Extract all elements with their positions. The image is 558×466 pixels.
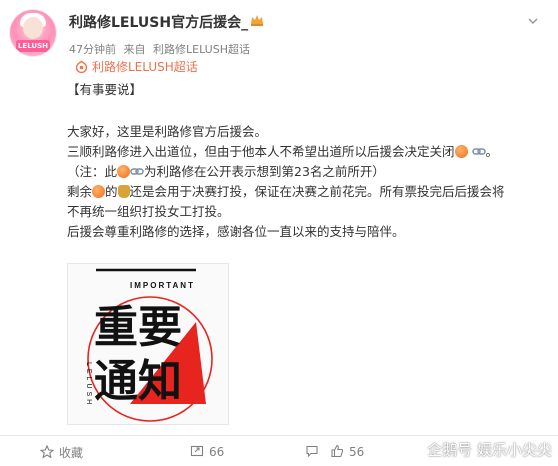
favorite-button[interactable]: 收藏 bbox=[39, 444, 84, 461]
poster-line-2: 通知 bbox=[94, 356, 182, 407]
post-time: 47分钟前 bbox=[69, 43, 116, 56]
post-image[interactable]: IMPORTANT LELUSH 重要 通知 bbox=[67, 263, 229, 425]
peach-emoji bbox=[454, 145, 468, 158]
content-line-4: 剩余的还是会用于决赛打投，保证在决赛之前花完。所有票投完后后援会将 bbox=[67, 182, 547, 202]
crown-icon bbox=[251, 15, 263, 26]
comment-button[interactable] bbox=[305, 444, 324, 459]
content-line-4-rest: 还是会用于决赛打投，保证在决赛之前花完。所有票投完后后援会将 bbox=[129, 184, 505, 199]
notice-poster: IMPORTANT LELUSH 重要 通知 bbox=[68, 264, 228, 424]
content-line-1: 大家好，这里是利路修官方后援会。 bbox=[67, 124, 268, 139]
poster-side-text: LELUSH bbox=[85, 362, 92, 407]
chevron-down-icon[interactable] bbox=[526, 14, 540, 28]
avatar[interactable]: LELUSH bbox=[9, 9, 57, 57]
link-emoji bbox=[130, 168, 144, 175]
like-button[interactable]: 56 bbox=[330, 444, 364, 459]
content-line-2: 三顺利路修进入出道位，但由于他本人不希望出道所以后援会决定关闭 。 bbox=[67, 142, 547, 162]
peach-emoji bbox=[117, 165, 131, 178]
repost-count: 66 bbox=[209, 445, 225, 459]
repost-icon bbox=[190, 445, 204, 457]
post-header: LELUSH 利路修LELUSH官方后援会_ 47分钟前 来自 利路修LELUS… bbox=[6, 6, 546, 66]
action-toolbar: 收藏 66 56 企鹅号 娱乐小尖尖 bbox=[0, 435, 558, 466]
content-line-4-text: 剩余 bbox=[67, 184, 93, 199]
content-line-4-de: 的 bbox=[105, 184, 118, 199]
money-bag-emoji bbox=[117, 185, 130, 198]
supertopic-icon bbox=[75, 60, 88, 73]
content-line-2-end: 。 bbox=[485, 144, 499, 159]
content-line-2-text: 三顺利路修进入出道位，但由于他本人不希望出道所以后援会决定关闭 bbox=[67, 144, 455, 159]
supertopic-label: 利路修LELUSH超话 bbox=[92, 60, 198, 74]
post-meta: 47分钟前 来自 利路修LELUSH超话 bbox=[69, 41, 254, 57]
username-link[interactable]: 利路修LELUSH官方后援会_ bbox=[69, 12, 248, 32]
watermark: 企鹅号 娱乐小尖尖 bbox=[427, 441, 552, 459]
supertopic-link[interactable]: 利路修LELUSH超话 bbox=[75, 58, 198, 75]
like-icon bbox=[331, 444, 344, 458]
like-count: 56 bbox=[349, 445, 365, 459]
favorite-label: 收藏 bbox=[59, 446, 84, 460]
repost-button[interactable]: 66 bbox=[190, 444, 224, 459]
content-line-3-end: 为利路修在公开表示想到第23名之前所开） bbox=[144, 164, 385, 179]
link-emoji bbox=[471, 148, 486, 155]
content-line-3: （注：此 为利路修在公开表示想到第23名之前所开） bbox=[67, 162, 547, 182]
avatar-badge: LELUSH bbox=[16, 40, 50, 52]
content-heading: 【有事要说】 bbox=[67, 82, 143, 97]
avatar-face bbox=[23, 17, 43, 39]
post-source[interactable]: 利路修LELUSH超话 bbox=[153, 43, 250, 56]
peach-emoji bbox=[92, 185, 106, 198]
content-line-5: 不再统一组织打投女工打投。 bbox=[67, 204, 230, 219]
star-icon bbox=[39, 444, 55, 459]
poster-line-1: 重要 bbox=[94, 302, 182, 353]
post-content: 【有事要说】 大家好，这里是利路修官方后援会。 三顺利路修进入出道位，但由于他本… bbox=[67, 80, 547, 242]
source-prefix: 来自 bbox=[123, 43, 146, 56]
content-line-6: 后援会尊重利路修的选择，感谢各位一直以来的支持与陪伴。 bbox=[67, 224, 405, 239]
comment-icon bbox=[306, 445, 318, 458]
content-line-3-text: （注：此 bbox=[67, 164, 118, 179]
poster-tag: IMPORTANT bbox=[130, 281, 195, 290]
